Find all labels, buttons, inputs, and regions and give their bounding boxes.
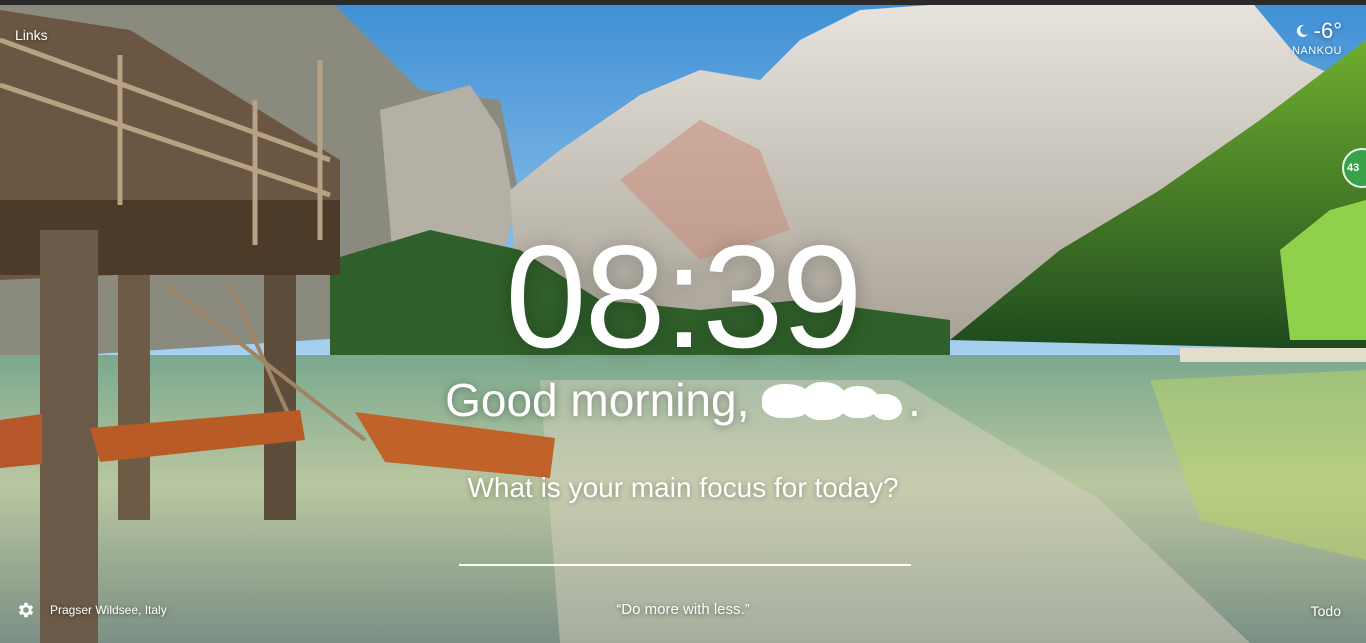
greeting: Good morning, .: [0, 372, 1366, 428]
links-button[interactable]: Links: [15, 27, 48, 43]
todo-button[interactable]: Todo: [1311, 603, 1341, 619]
weather-location: NANKOU: [1291, 45, 1342, 57]
greeting-text: Good morning,: [445, 374, 763, 426]
weather-temperature: -6°: [1313, 18, 1342, 43]
weather-widget[interactable]: -6° NANKOU: [1292, 18, 1342, 57]
greeting-punctuation: .: [908, 374, 921, 426]
focus-input[interactable]: [459, 530, 911, 566]
daily-quote[interactable]: “Do more with less.”: [0, 601, 1366, 618]
dashboard: Links -6° NANKOU 43 08:39 Good morning, …: [0, 0, 1366, 643]
clock: 08:39: [505, 215, 862, 378]
focus-question: What is your main focus for today?: [467, 472, 899, 503]
browser-top-edge: [0, 0, 1366, 5]
moon-icon: [1296, 24, 1308, 37]
redacted-name: [762, 380, 908, 422]
